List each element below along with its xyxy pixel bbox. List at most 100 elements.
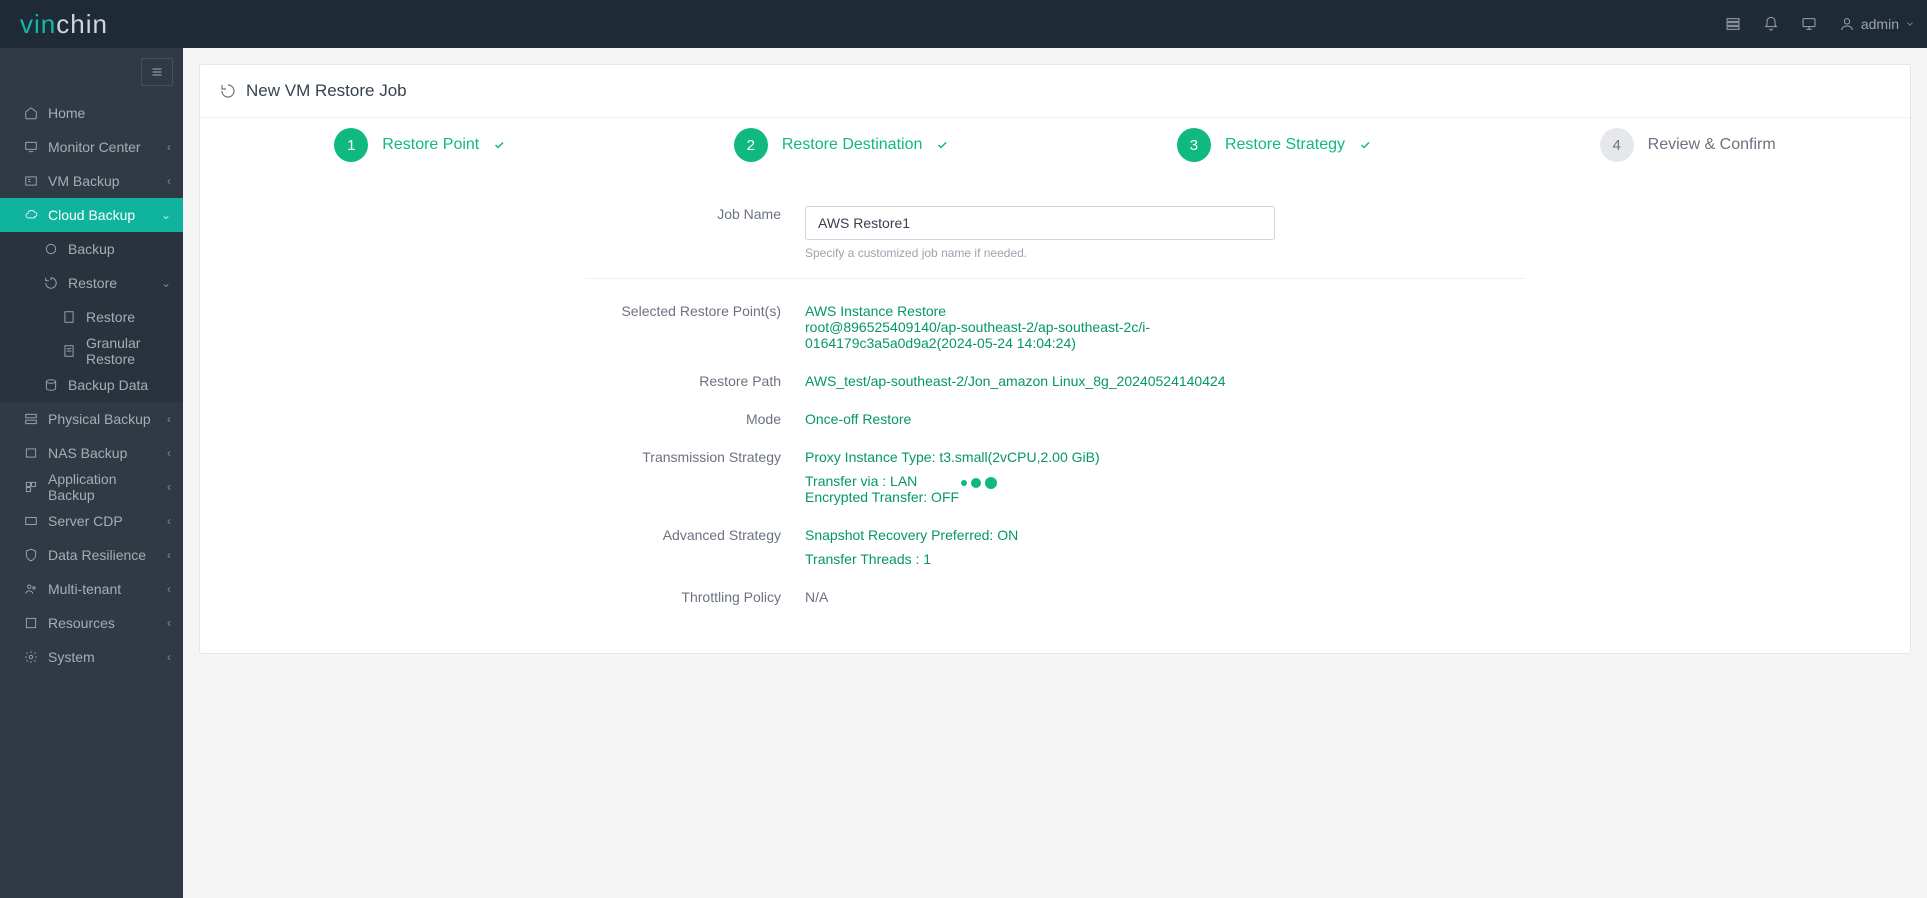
history-icon — [220, 83, 236, 99]
chevron-down-icon: ⌄ — [161, 276, 171, 290]
chevron-left-icon: ‹ — [167, 582, 171, 596]
user-name: admin — [1861, 16, 1899, 32]
main-content: New VM Restore Job 1 Restore Point 2 Res… — [183, 48, 1927, 898]
app-icon — [24, 480, 38, 494]
chevron-left-icon: ‹ — [167, 514, 171, 528]
doc2-icon — [62, 344, 76, 358]
restore-icon — [44, 276, 58, 290]
shield-icon — [24, 548, 38, 562]
sidebar: Home Monitor Center ‹ VM Backup ‹ Cloud … — [0, 48, 183, 898]
sidebar-item-label: VM Backup — [48, 173, 120, 189]
chevron-left-icon: ‹ — [167, 480, 171, 494]
page-header: New VM Restore Job — [200, 65, 1910, 117]
monitor-icon[interactable] — [1801, 16, 1817, 32]
step-number: 1 — [334, 128, 368, 162]
step-number: 4 — [1600, 128, 1634, 162]
adv-threads: Transfer Threads : 1 — [805, 551, 1525, 567]
sidebar-item-app[interactable]: Application Backup ‹ — [0, 470, 183, 504]
sidebar-sub-backup[interactable]: Backup — [0, 232, 183, 266]
page-title: New VM Restore Job — [246, 81, 407, 101]
value-restore-points: AWS Instance Restore root@896525409140/a… — [805, 297, 1525, 351]
step-number: 2 — [734, 128, 768, 162]
sidebar-item-system[interactable]: System ‹ — [0, 640, 183, 674]
chevron-left-icon: ‹ — [167, 174, 171, 188]
topbar-right: admin — [1725, 16, 1915, 32]
chevron-left-icon: ‹ — [167, 412, 171, 426]
label-job-name: Job Name — [585, 200, 805, 222]
body-row: Home Monitor Center ‹ VM Backup ‹ Cloud … — [0, 48, 1927, 898]
label-restore-points: Selected Restore Point(s) — [585, 297, 805, 319]
sidebar-item-label: Data Resilience — [48, 547, 146, 563]
value-mode: Once-off Restore — [805, 405, 1525, 427]
check-icon — [1359, 139, 1371, 151]
restore-points-detail: root@896525409140/ap-southeast-2/ap-sout… — [805, 319, 1265, 351]
sidebar-toggle-button[interactable] — [141, 58, 173, 86]
trans-via-row: Transfer via : LAN — [805, 473, 1525, 489]
user-menu[interactable]: admin — [1839, 16, 1915, 32]
sidebar-item-label: Restore — [68, 275, 117, 291]
chevron-left-icon: ‹ — [167, 650, 171, 664]
check-icon — [493, 139, 505, 151]
restore-points-title: AWS Instance Restore — [805, 303, 1525, 319]
bell-icon[interactable] — [1763, 16, 1779, 32]
form-area: Job Name Specify a customized job name i… — [555, 192, 1555, 653]
wizard-steps: 1 Restore Point 2 Restore Destination 3 … — [200, 117, 1910, 192]
sidebar-item-label: Cloud Backup — [48, 207, 135, 223]
sidebar-item-home[interactable]: Home — [0, 96, 183, 130]
value-transmission: Proxy Instance Type: t3.small(2vCPU,2.00… — [805, 443, 1525, 505]
adv-snapshot: Snapshot Recovery Preferred: ON — [805, 527, 1525, 543]
value-advanced: Snapshot Recovery Preferred: ON Transfer… — [805, 521, 1525, 567]
sidebar-item-resilience[interactable]: Data Resilience ‹ — [0, 538, 183, 572]
label-throttling: Throttling Policy — [585, 583, 805, 605]
sidebar-item-vmbackup[interactable]: VM Backup ‹ — [0, 164, 183, 198]
cdp-icon — [24, 514, 38, 528]
value-throttling: N/A — [805, 583, 1525, 605]
sidebar-item-tenant[interactable]: Multi-tenant ‹ — [0, 572, 183, 606]
label-transmission: Transmission Strategy — [585, 443, 805, 465]
label-mode: Mode — [585, 405, 805, 427]
users-icon — [24, 582, 38, 596]
sidebar-item-label: Backup — [68, 241, 115, 257]
topbar: vinchin admin — [0, 0, 1927, 48]
hamburger-icon — [150, 66, 164, 78]
sidebar-item-label: Backup Data — [68, 377, 148, 393]
step-review-confirm[interactable]: 4 Review & Confirm — [1600, 128, 1776, 162]
row-throttling: Throttling Policy N/A — [585, 575, 1525, 613]
sidebar-item-label: Home — [48, 105, 85, 121]
stack-icon — [44, 378, 58, 392]
sidebar-sub-backupdata[interactable]: Backup Data — [0, 368, 183, 402]
sidebar-sub-restore[interactable]: Restore ⌄ — [0, 266, 183, 300]
sidebar-item-cloudbackup[interactable]: Cloud Backup ⌄ — [0, 198, 183, 232]
sidebar-item-monitor[interactable]: Monitor Center ‹ — [0, 130, 183, 164]
sidebar-item-physical[interactable]: Physical Backup ‹ — [0, 402, 183, 436]
step-number: 3 — [1177, 128, 1211, 162]
label-advanced: Advanced Strategy — [585, 521, 805, 543]
job-name-input[interactable] — [805, 206, 1275, 240]
list-icon[interactable] — [1725, 16, 1741, 32]
sidebar-item-resources[interactable]: Resources ‹ — [0, 606, 183, 640]
row-transmission: Transmission Strategy Proxy Instance Typ… — [585, 435, 1525, 513]
sidebar-item-label: Granular Restore — [86, 335, 171, 367]
trans-via: Transfer via : LAN — [805, 473, 917, 489]
chevron-left-icon: ‹ — [167, 616, 171, 630]
sidebar-item-cdp[interactable]: Server CDP ‹ — [0, 504, 183, 538]
label-restore-path: Restore Path — [585, 367, 805, 389]
sidebar-item-label: Multi-tenant — [48, 581, 121, 597]
sidebar-sub2-restore[interactable]: Restore — [0, 300, 183, 334]
step-label: Restore Destination — [782, 136, 923, 154]
brand-part1: vin — [20, 9, 56, 39]
step-label: Restore Strategy — [1225, 136, 1345, 154]
row-restore-path: Restore Path AWS_test/ap-southeast-2/Jon… — [585, 359, 1525, 397]
page-card: New VM Restore Job 1 Restore Point 2 Res… — [199, 64, 1911, 654]
check-icon — [936, 139, 948, 151]
sidebar-sub2-granular[interactable]: Granular Restore — [0, 334, 183, 368]
doc-icon — [62, 310, 76, 324]
row-restore-points: Selected Restore Point(s) AWS Instance R… — [585, 289, 1525, 359]
step-restore-strategy[interactable]: 3 Restore Strategy — [1177, 128, 1371, 162]
value-job-name: Specify a customized job name if needed. — [805, 200, 1525, 260]
step-restore-destination[interactable]: 2 Restore Destination — [734, 128, 949, 162]
sidebar-item-label: Physical Backup — [48, 411, 151, 427]
step-restore-point[interactable]: 1 Restore Point — [334, 128, 505, 162]
sidebar-item-nas[interactable]: NAS Backup ‹ — [0, 436, 183, 470]
row-job-name: Job Name Specify a customized job name i… — [585, 192, 1525, 268]
